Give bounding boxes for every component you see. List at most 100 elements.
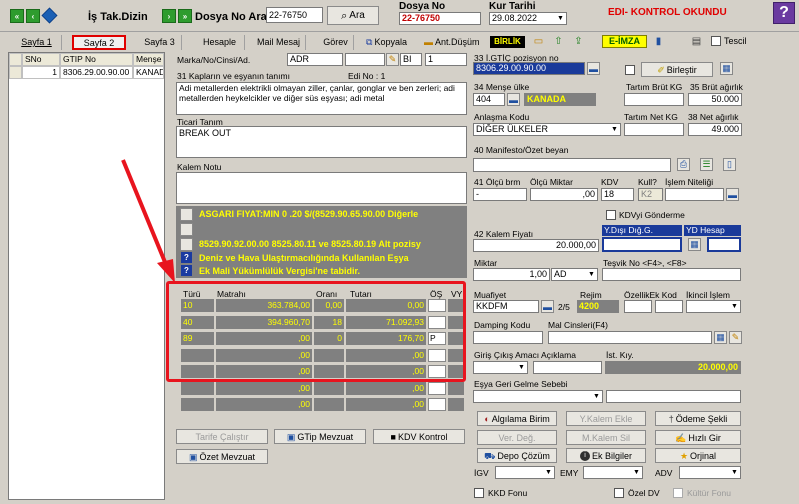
eimza-button[interactable]: E-İMZA [602,35,647,48]
adv-select[interactable]: ▼ [679,466,741,479]
ikincil-select[interactable]: ▼ [686,300,741,313]
marka-input[interactable]: ADR [287,53,343,66]
one-input[interactable]: 1 [425,53,467,66]
anlasma-select[interactable]: DİĞER ÜLKELER ▼ [473,123,621,136]
birlestir-button[interactable]: ✐ Birleştir [641,62,713,77]
net-agirlik-input[interactable]: 49.000 [688,123,742,136]
gtip-checkbox[interactable] [625,65,635,75]
ek-kod-input[interactable] [655,300,683,313]
kdv-input[interactable]: 18 [601,188,634,201]
vergi-cell-vy[interactable] [448,398,464,411]
gtip-lookup-icon[interactable]: ▬ [587,62,600,75]
gtip-mevzuat-button[interactable]: ▣ GTip Mevzuat [274,429,366,444]
tab-gorev[interactable]: Görev [318,35,354,50]
mal-grid-icon[interactable]: ▦ [714,331,727,344]
bi-input[interactable]: BI [400,53,422,66]
mal-cinsleri-input[interactable] [548,331,712,344]
miktar-input[interactable]: 1,00 [473,268,550,281]
mal-edit-icon[interactable]: ✎ [729,331,742,344]
description-textarea[interactable]: Adi metallerden elektrikli olmayan zille… [176,82,467,115]
vergi-cell-vy[interactable] [448,381,464,395]
damping-input[interactable] [473,331,543,344]
depo-cozum-button[interactable]: ⛟ Depo Çözüm [477,448,557,463]
tartim-brut-input[interactable] [624,93,684,106]
first-record-icon[interactable]: « [10,9,24,23]
vergi-cell-turu[interactable] [181,381,214,395]
vergi-cell-tutar[interactable]: ,00 [346,398,426,411]
upload-icon[interactable]: ⇧ [552,35,565,48]
ozellik-input[interactable] [624,300,652,313]
ver-deg-button[interactable]: Ver. Değ. [477,430,557,445]
open-folder-icon[interactable]: ▭ [532,35,545,48]
vergi-cell-matrah[interactable]: ,00 [216,398,312,411]
list-cell-gtip[interactable]: 8306.29.00.90.00 [60,66,133,79]
printer-icon[interactable]: ⎙ [677,158,690,171]
odeme-sekli-button[interactable]: † Ödeme Şekli [655,411,741,426]
tarife-calistir-button[interactable]: Tarife Çalıştır [176,429,268,444]
list-header-mense[interactable]: Menşe [133,53,164,66]
dosya-no-search-input[interactable]: 22-76750 [266,7,323,23]
vergi-cell-turu[interactable] [181,398,214,411]
mense-code-input[interactable]: 404 [473,93,505,106]
ozet-mevzuat-button[interactable]: ▣ Özet Mevzuat [176,449,268,464]
giris-cikis-select[interactable]: ▼ [473,361,528,374]
mense-lookup-icon[interactable]: ▬ [507,93,520,106]
ara-button[interactable]: ⌕ Ara [327,6,379,25]
vergi-cell-oran[interactable] [314,398,344,411]
muafiyet-input[interactable]: KKDFM [473,300,539,313]
olcu-miktar-input[interactable]: ,00 [530,188,598,201]
device-icon[interactable]: ▮ [652,35,665,48]
igv-select[interactable]: ▼ [495,466,555,479]
emy-select[interactable]: ▼ [583,466,643,479]
vergi-cell-os[interactable] [428,398,446,411]
tesvik-input[interactable] [602,268,741,281]
yd-calc-icon[interactable]: ▦ [688,238,701,251]
ek-bilgiler-button[interactable]: i Ek Bilgiler [566,448,646,463]
kkd-fonu-checkbox[interactable] [474,488,484,498]
list-cell-mense[interactable]: KANADA [133,66,164,79]
esya-geri-select[interactable]: ▼ [473,390,603,403]
gtip-input[interactable]: 8306.29.00.90.00 [473,62,585,75]
yd-hesap-input[interactable] [707,237,741,252]
ykalem-ekle-button[interactable]: Y.Kalem Ekle [566,411,646,426]
mkalem-sil-button[interactable]: M.Kalem Sil [566,430,646,445]
tab-ant-dusum[interactable]: ▬ Ant.Düşüm [424,35,490,50]
aciklama-input[interactable] [533,361,602,374]
olcu-brm-input[interactable]: - [473,188,527,201]
manifesto-input[interactable] [473,158,671,172]
tab-sayfa-3[interactable]: Sayfa 3 [138,35,182,50]
marka-extra-input[interactable] [345,53,385,66]
tab-kopyala[interactable]: ⧉ Kopyala [366,35,420,50]
kalem-notu-textarea[interactable] [176,172,467,204]
page-icon[interactable]: ▯ [723,158,736,171]
list-icon[interactable]: ☰ [700,158,713,171]
ozel-dv-checkbox[interactable] [614,488,624,498]
help-icon[interactable]: ? [773,2,795,24]
table-row[interactable]: 1 [22,66,60,79]
ticari-textarea[interactable]: BREAK OUT [176,126,467,158]
vergi-cell-oran[interactable] [314,381,344,395]
vergi-cell-tutar[interactable]: ,00 [346,381,426,395]
kalem-fiyati-input[interactable]: 20.000,00 [473,239,599,252]
tab-mail-mesaj[interactable]: Mail Mesaj [252,35,306,50]
tescil-checkbox[interactable] [711,36,721,46]
hizli-gir-button[interactable]: ✍ Hızlı Gir [655,430,741,445]
kultur-fonu-checkbox[interactable] [673,488,683,498]
esya-geri-input[interactable] [606,390,741,403]
is-tak-dizin-label[interactable]: İş Tak.Dizin [88,11,148,23]
tab-sayfa-2[interactable]: Sayfa 2 [72,35,126,50]
miktar-unit-select[interactable]: AD ▼ [551,268,598,281]
islem-niteligi-input[interactable] [665,188,724,201]
orjinal-button[interactable]: ★ Orjinal [655,448,741,463]
edit-icon[interactable]: ✎ [386,53,399,66]
list-header-gtip[interactable]: GTIP No [60,53,133,66]
algilama-birim-button[interactable]: ◐ Algılama Birim [477,411,557,426]
document-icon[interactable]: ▤ [690,35,703,48]
export-icon[interactable]: ⇪ [572,35,585,48]
list-header-sno[interactable]: SNo [22,53,60,66]
kdv-kontrol-button[interactable]: ■ KDV Kontrol [373,429,465,444]
tab-sayfa-1[interactable]: Sayfa 1 [12,35,62,50]
kdvyi-gonderme-checkbox[interactable] [606,210,616,220]
tab-hesaple[interactable]: Hesaple [195,35,245,50]
islem-lookup-icon[interactable]: ▬ [726,188,739,201]
